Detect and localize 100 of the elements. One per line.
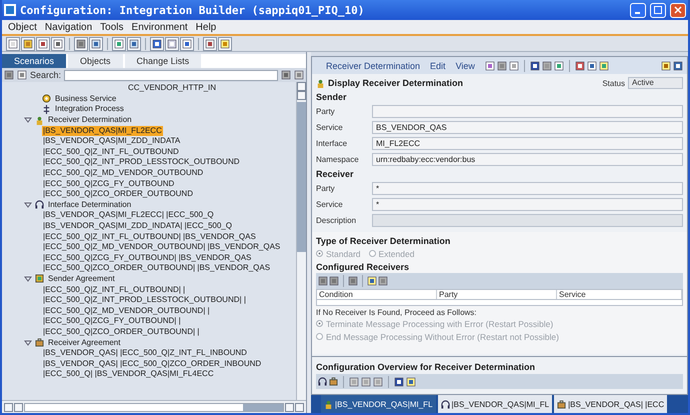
briefcase-icon — [35, 338, 44, 348]
input-field[interactable]: MI_FL2ECC — [372, 136, 683, 150]
field-label: Party — [316, 184, 336, 192]
tree-item[interactable]: CC_VENDOR_HTTP_IN — [127, 83, 218, 94]
tree-item[interactable]: |ECC_500_Q|Z_INT_PROD_LESSTOCK_OUTBOUND| | — [42, 295, 247, 306]
search-field[interactable] — [64, 70, 278, 80]
tree-item[interactable]: |BS_VENDOR_QAS|MI_FL2ECC — [42, 126, 163, 136]
tree-item[interactable]: |BS_VENDOR_QAS|MI_FL2ECC| |ECC_500_Q — [42, 210, 215, 220]
tree-folder[interactable]: Interface Determination — [47, 200, 132, 210]
search-label: Search: — [30, 70, 62, 80]
tree-item[interactable]: |BS_VENDOR_QAS| |ECC_500_Q|ZCO_ORDER_INBOUND — [42, 358, 262, 369]
status-label: Status — [602, 78, 625, 88]
section-title: Type of Receiver Determination — [316, 234, 452, 247]
tab[interactable]: Objects — [68, 54, 123, 68]
section-title: Receiver — [316, 168, 355, 180]
headset-icon — [35, 200, 44, 210]
menu-item[interactable]: Tools — [100, 22, 124, 32]
column-header: Condition — [317, 290, 437, 299]
gear-icon — [42, 94, 51, 104]
menu-item[interactable]: Edit — [430, 60, 446, 70]
tree-item[interactable]: |BS_VENDOR_QAS| |ECC_500_Q|Z_INT_FL_INBOUND — [42, 348, 248, 358]
minimize-button[interactable] — [630, 2, 646, 18]
expanded-caret-icon[interactable] — [24, 274, 32, 283]
tree-item[interactable]: |ECC_500_Q| |BS_VENDOR_QAS|MI_FL4ECC — [42, 369, 215, 380]
menu-item[interactable]: Receiver Determination — [326, 60, 420, 70]
headset-icon — [318, 377, 327, 386]
menu-item[interactable]: Navigation — [44, 22, 92, 32]
input-field[interactable]: urn:redbaby:ecc:vendor:bus — [372, 152, 683, 166]
input-field[interactable]: * — [372, 198, 683, 210]
left-arrow-button[interactable] — [150, 36, 164, 50]
stack-button[interactable] — [74, 36, 88, 50]
radio-label: Standard — [326, 248, 360, 258]
tree-item[interactable]: |ECC_500_Q|ZCG_FY_OUTBOUND — [42, 178, 176, 189]
tab[interactable]: |BS_VENDOR_QAS|MI_FL — [321, 395, 436, 413]
tree-item[interactable]: |ECC_500_Q|Z_MD_VENDOR_OUTBOUND| | — [42, 306, 211, 316]
section-title: Sender — [316, 90, 348, 103]
tree-item[interactable]: |ECC_500_Q|ZCG_FY_OUTBOUND| | — [42, 316, 182, 326]
tree-item[interactable]: |BS_VENDOR_QAS|MI_ZDD_INDATA| |ECC_500_Q — [42, 221, 233, 232]
tree-item[interactable]: |ECC_500_Q|ZCG_FY_OUTBOUND| |BS_VENDOR_QAS — [42, 252, 252, 263]
status-field: Active — [628, 77, 683, 89]
tree-item[interactable]: |ECC_500_Q|Z_INT_PROD_LESSTOCK_OUTBOUND — [42, 157, 241, 168]
tree-item[interactable]: |BS_VENDOR_QAS|MI_ZDD_INDATA — [42, 136, 182, 146]
tree-item[interactable]: Business Service — [54, 94, 118, 104]
headset-icon — [440, 400, 450, 408]
maximize-button[interactable] — [650, 2, 666, 18]
expanded-caret-icon[interactable] — [24, 200, 32, 209]
document-button[interactable] — [203, 36, 217, 50]
person-icon — [324, 400, 333, 408]
expanded-caret-icon[interactable] — [24, 116, 32, 124]
process-icon — [42, 104, 51, 114]
tree-folder[interactable]: Sender Agreement — [47, 274, 116, 284]
field-label: Party — [316, 106, 336, 116]
checklist-button[interactable] — [89, 36, 103, 50]
tree-folder[interactable]: Receiver Determination — [47, 115, 133, 126]
tree-item[interactable]: |ECC_500_Q|Z_INT_FL_OUTBOUND| |BS_VENDOR_QAS — [42, 232, 257, 242]
menu-item[interactable]: Help — [196, 22, 216, 32]
tree-item[interactable]: |ECC_500_Q|Z_INT_FL_OUTBOUND — [42, 146, 180, 157]
app-icon — [4, 4, 16, 16]
editor-heading: Display Receiver Determination — [328, 78, 464, 88]
tree-item[interactable]: |ECC_500_Q|Z_INT_FL_OUTBOUND| | — [42, 284, 186, 295]
globe-button[interactable] — [127, 36, 141, 50]
person-icon — [35, 116, 44, 125]
copy-button[interactable] — [36, 36, 50, 50]
menu-item[interactable]: Object — [8, 22, 37, 32]
expanded-caret-icon[interactable] — [24, 338, 32, 347]
radio-label: Terminate Message Processing with Error (Restart Possible) — [326, 318, 554, 328]
menu-item[interactable]: View — [456, 60, 475, 70]
tab[interactable]: |BS_VENDOR_QAS| |ECC — [554, 395, 668, 413]
tree-item[interactable]: |ECC_500_Q|Z_MD_VENDOR_OUTBOUND| |BS_VENDOR_QAS — [42, 242, 282, 252]
wrench-button[interactable] — [218, 36, 232, 50]
open-folder-button[interactable] — [21, 36, 35, 50]
tree-item[interactable]: |ECC_500_Q|ZCO_ORDER_OUTBOUND| | — [42, 326, 200, 337]
radio-label: Extended — [378, 248, 414, 258]
new-document-button[interactable] — [6, 36, 20, 50]
tab[interactable]: |BS_VENDOR_QAS|MI_FL — [438, 395, 552, 413]
field-label: Service — [316, 200, 344, 208]
input-field[interactable] — [372, 104, 683, 118]
radio-label: End Message Processing Without Error (Restart not Possible) — [326, 332, 559, 342]
right-arrow-button[interactable] — [165, 36, 179, 50]
trash-button[interactable] — [51, 36, 65, 50]
tab[interactable]: Scenarios — [2, 54, 66, 68]
monitor-button[interactable] — [180, 36, 194, 50]
tree-item[interactable]: Integration Process — [54, 104, 125, 114]
close-button[interactable] — [670, 2, 686, 18]
tab[interactable]: Change Lists — [124, 54, 202, 68]
tree-item[interactable]: |ECC_500_Q|ZCO_ORDER_OUTBOUND| |BS_VENDOR_QAS — [42, 263, 272, 274]
window-title: Configuration: Integration Builder (sappiq01_PIQ_10) — [20, 4, 366, 16]
field-label: Description — [316, 216, 358, 224]
vertical-scrollbar[interactable] — [296, 82, 306, 400]
fallback-title: If No Receiver Is Found, Proceed as Follows: — [316, 308, 478, 317]
horizontal-scrollbar[interactable] — [2, 400, 306, 413]
tree-folder[interactable]: Receiver Agreement — [47, 338, 122, 348]
tree-item[interactable]: |ECC_500_Q|ZCO_ORDER_OUTBOUND — [42, 189, 194, 200]
network-button[interactable] — [112, 36, 126, 50]
menu-item[interactable]: Environment — [132, 22, 188, 32]
section-title: Configured Receivers — [316, 260, 410, 273]
tree-item[interactable]: |ECC_500_Q|Z_MD_VENDOR_OUTBOUND — [42, 168, 204, 178]
input-field[interactable]: BS_VENDOR_QAS — [372, 120, 683, 134]
briefcase-icon — [557, 400, 566, 408]
input-field[interactable]: * — [372, 182, 683, 194]
